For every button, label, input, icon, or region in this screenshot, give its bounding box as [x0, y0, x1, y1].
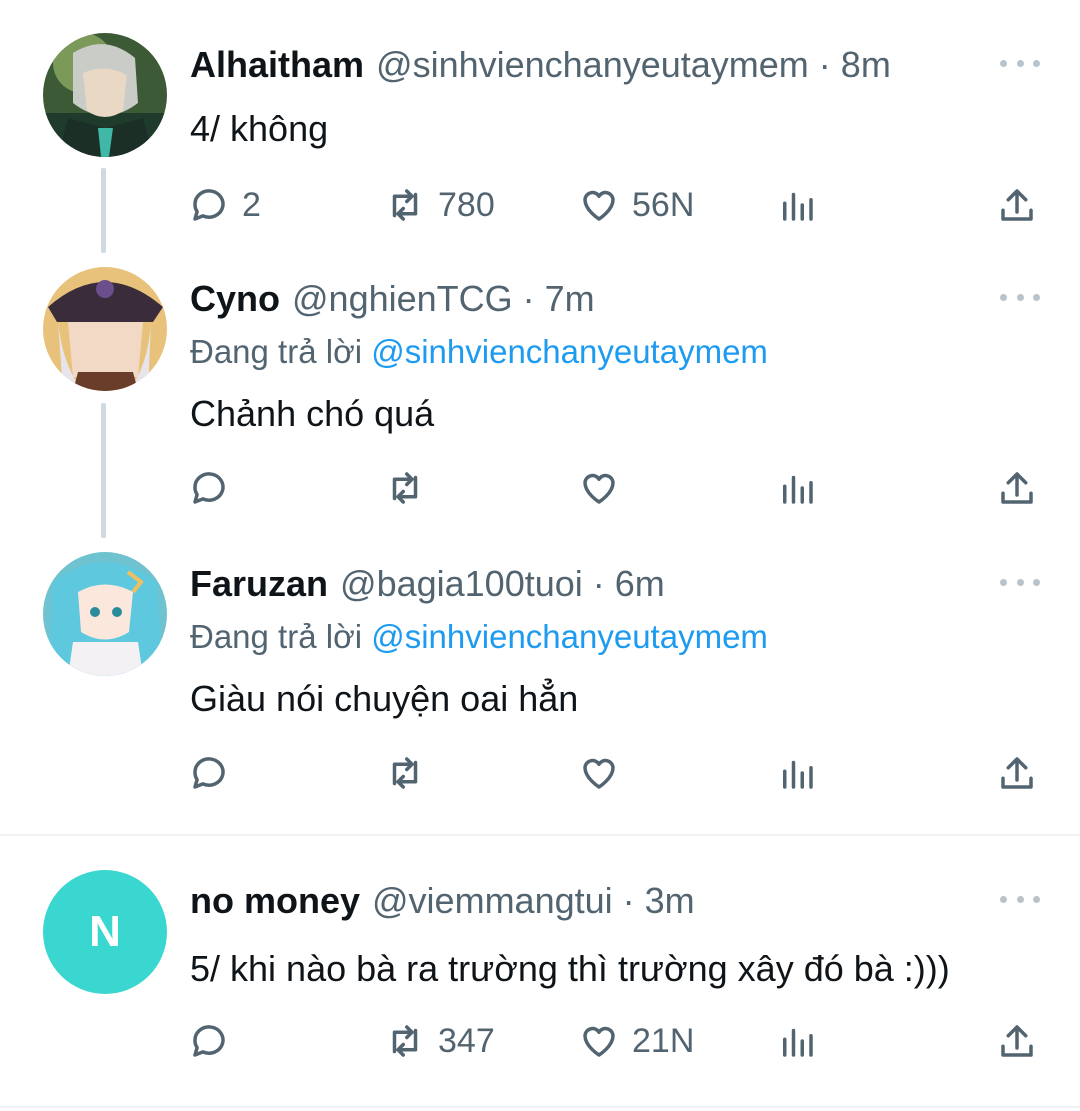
views-icon	[783, 1028, 813, 1057]
user-handle[interactable]: @bagia100tuoi	[340, 563, 583, 605]
avatar-letter: N	[89, 907, 121, 956]
separator-dot: ·	[622, 880, 635, 921]
retweet-button[interactable]: 780	[384, 180, 495, 230]
share-button[interactable]	[996, 180, 1038, 230]
faruzan-avatar-icon	[43, 552, 167, 676]
reply-icon	[193, 189, 225, 221]
share-button[interactable]	[996, 1016, 1038, 1066]
like-button[interactable]	[578, 748, 620, 798]
display-name[interactable]: no money	[190, 880, 360, 922]
like-icon	[583, 473, 615, 504]
like-icon	[583, 758, 615, 789]
views-button[interactable]	[776, 463, 818, 513]
tweet-text: Chảnh chó quá	[190, 393, 435, 434]
tweet-header: no money @viemmangtui · 3m	[190, 880, 695, 922]
reply-button[interactable]	[188, 463, 230, 513]
share-icon	[1001, 757, 1033, 789]
more-icon[interactable]	[1000, 56, 1040, 70]
tweet-alhaitham[interactable]: Alhaitham @sinhvienchanyeutaymem · 8m 4/…	[0, 0, 1080, 265]
separator-dot: ·	[818, 44, 831, 85]
tweet-divider	[0, 1106, 1080, 1108]
replying-to-label: Đang trả lời	[190, 333, 363, 370]
reply-button[interactable]	[188, 1016, 230, 1066]
reply-icon	[193, 472, 225, 504]
tweet-header: Faruzan @bagia100tuoi · 6m	[190, 563, 665, 605]
alhaitham-avatar-icon	[43, 33, 167, 157]
retweet-icon	[392, 1025, 418, 1057]
mention-link[interactable]: @sinhvienchanyeutaymem	[371, 618, 768, 655]
share-button[interactable]	[996, 463, 1038, 513]
avatar[interactable]	[43, 552, 167, 676]
tweet-no-money[interactable]: N no money @viemmangtui · 3m 5/ khi nào …	[0, 836, 1080, 1106]
user-handle[interactable]: @viemmangtui	[372, 880, 613, 922]
views-button[interactable]	[776, 180, 818, 230]
share-icon	[1001, 472, 1033, 504]
like-icon	[583, 190, 615, 221]
tweet-faruzan[interactable]: Faruzan @bagia100tuoi · 6m Đang trả lời …	[0, 550, 1080, 835]
display-name[interactable]: Faruzan	[190, 563, 328, 605]
retweet-icon	[392, 757, 418, 789]
like-button[interactable]: 56N	[578, 180, 694, 230]
views-button[interactable]	[776, 1016, 818, 1066]
timestamp[interactable]: 3m	[645, 880, 695, 922]
tweet-actions: 347 21N	[0, 1016, 1080, 1066]
tweet-text: Giàu nói chuyện oai hẳn	[190, 678, 579, 719]
tweet-text: 5/ khi nào bà ra trường thì trường xây đ…	[190, 948, 950, 989]
replying-to: Đang trả lời @sinhvienchanyeutaymem	[190, 333, 768, 371]
retweet-button[interactable]: 347	[384, 1016, 495, 1066]
timestamp[interactable]: 7m	[545, 278, 595, 320]
reply-count: 2	[242, 185, 261, 224]
tweet-actions	[0, 463, 1080, 513]
retweet-button[interactable]	[384, 463, 426, 513]
user-handle[interactable]: @sinhvienchanyeutaymem	[376, 44, 809, 86]
retweet-count: 780	[438, 185, 495, 224]
tweet-cyno[interactable]: Cyno @nghienTCG · 7m Đang trả lời @sinhv…	[0, 265, 1080, 550]
tweet-header: Alhaitham @sinhvienchanyeutaymem · 8m	[190, 44, 891, 86]
views-icon	[783, 192, 813, 221]
share-icon	[1001, 1025, 1033, 1057]
replying-to: Đang trả lời @sinhvienchanyeutaymem	[190, 618, 768, 656]
like-count: 21N	[632, 1021, 695, 1060]
separator-dot: ·	[592, 563, 605, 604]
separator-dot: ·	[522, 278, 535, 319]
views-icon	[783, 475, 813, 504]
timestamp[interactable]: 8m	[841, 44, 891, 86]
avatar[interactable]	[43, 267, 167, 391]
avatar[interactable]: N	[43, 870, 167, 994]
more-icon[interactable]	[1000, 290, 1040, 304]
views-button[interactable]	[776, 748, 818, 798]
display-name[interactable]: Alhaitham	[190, 44, 364, 86]
retweet-button[interactable]	[384, 748, 426, 798]
reply-button[interactable]: 2	[188, 180, 261, 230]
share-icon	[1001, 189, 1033, 221]
reply-icon	[193, 757, 225, 789]
retweet-icon	[392, 189, 418, 221]
retweet-count: 347	[438, 1021, 495, 1060]
user-handle[interactable]: @nghienTCG	[292, 278, 513, 320]
tweet-actions: 2 780 56N	[0, 180, 1080, 230]
tweet-text: 4/ không	[190, 108, 329, 149]
like-count: 56N	[632, 185, 695, 224]
share-button[interactable]	[996, 748, 1038, 798]
tweet-actions	[0, 748, 1080, 798]
like-button[interactable]: 21N	[578, 1016, 694, 1066]
retweet-icon	[392, 472, 418, 504]
like-button[interactable]	[578, 463, 620, 513]
avatar[interactable]	[43, 33, 167, 157]
more-icon[interactable]	[1000, 575, 1040, 589]
tweet-header: Cyno @nghienTCG · 7m	[190, 278, 595, 320]
reply-icon	[193, 1025, 225, 1057]
timestamp[interactable]: 6m	[615, 563, 665, 605]
views-icon	[783, 760, 813, 789]
more-icon[interactable]	[1000, 892, 1040, 906]
reply-button[interactable]	[188, 748, 230, 798]
cyno-avatar-icon	[43, 267, 167, 391]
replying-to-label: Đang trả lời	[190, 618, 363, 655]
like-icon	[583, 1026, 615, 1057]
mention-link[interactable]: @sinhvienchanyeutaymem	[371, 333, 768, 370]
display-name[interactable]: Cyno	[190, 278, 280, 320]
